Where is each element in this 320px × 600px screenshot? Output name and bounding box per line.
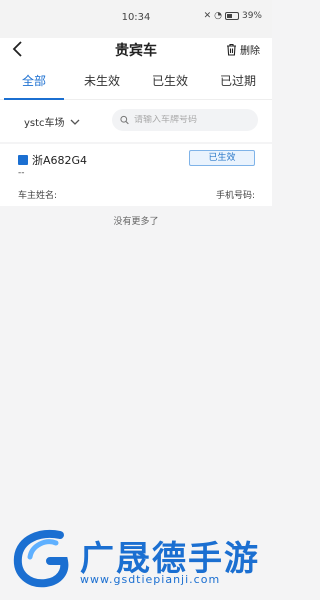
mute-icon: ✕ — [203, 11, 212, 21]
owner-name-label: 车主姓名: — [18, 191, 58, 201]
status-tabs: 全部 未生效 已生效 已过期 — [0, 62, 272, 100]
watermark-logo-icon — [13, 530, 69, 588]
tab-not-effective[interactable]: 未生效 — [68, 62, 136, 99]
status-bar: 10:34 ✕ ◔ 39% — [0, 0, 272, 38]
chevron-down-icon — [70, 119, 80, 125]
plate-color-icon — [18, 155, 28, 165]
status-badge: 已生效 — [189, 150, 255, 166]
vip-period: -- — [18, 168, 25, 178]
search-box[interactable] — [112, 109, 258, 131]
parking-lot-label: ystc车场 — [24, 118, 65, 129]
parking-lot-select[interactable]: ystc车场 — [24, 114, 81, 129]
tab-all[interactable]: 全部 — [0, 62, 68, 100]
list-item[interactable]: 浙A682G4 已生效 -- 车主姓名: 手机号码: — [0, 144, 272, 206]
phone-number-label: 手机号码: — [215, 191, 255, 201]
watermark: 广晟德手游 www.gsdtiepianji.com — [0, 525, 272, 595]
list-end-text: 没有更多了 — [113, 217, 159, 227]
plate-number: 浙A682G4 — [18, 152, 87, 168]
wifi-icon: ◔ — [214, 11, 222, 21]
trash-icon — [227, 43, 236, 56]
status-icons: ✕ ◔ 39% — [204, 11, 262, 21]
delete-button[interactable]: 删除 — [226, 42, 260, 57]
search-input[interactable] — [133, 115, 258, 125]
plate-text: 浙A682G4 — [32, 154, 88, 167]
battery-percent: 39% — [241, 11, 262, 21]
nav-bar: 贵宾车 删除 — [0, 38, 272, 62]
delete-label: 删除 — [240, 46, 260, 57]
search-icon — [120, 115, 129, 125]
watermark-url: www.gsdtiepianji.com — [80, 573, 221, 586]
battery-icon — [224, 12, 239, 20]
filter-bar: ystc车场 — [0, 100, 272, 142]
tab-effective[interactable]: 已生效 — [136, 62, 204, 99]
tab-expired[interactable]: 已过期 — [204, 62, 272, 99]
